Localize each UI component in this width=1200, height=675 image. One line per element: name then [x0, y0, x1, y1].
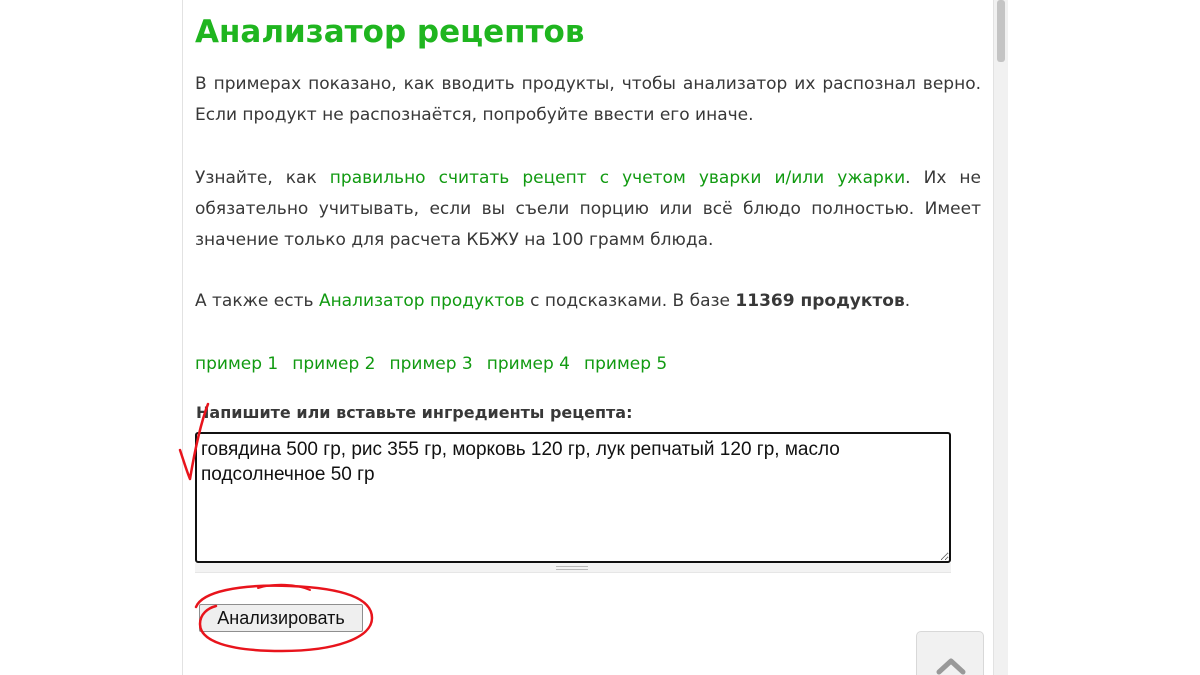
examples-list: пример 1 пример 2 пример 3 пример 4 пример 5: [195, 349, 681, 380]
ingredients-label: Напишите или вставьте ингредиенты рецепт…: [196, 403, 633, 422]
textarea-resize-bar[interactable]: [195, 563, 951, 573]
intro-text: с подсказками. В базе: [524, 291, 736, 311]
example-link-3[interactable]: пример 3: [390, 354, 473, 374]
scrollbar-thumb[interactable]: [997, 0, 1005, 62]
page-title: Анализатор рецептов: [195, 14, 585, 50]
intro-text: .: [904, 291, 911, 311]
intro-paragraph-examples: В примерах показано, как вводить продукт…: [195, 74, 981, 125]
scroll-to-top-button[interactable]: [916, 631, 984, 675]
intro-text: Узнайте, как: [195, 168, 330, 188]
intro-text: А также есть: [195, 291, 319, 311]
example-link-5[interactable]: пример 5: [584, 354, 667, 374]
chevron-up-icon: [936, 658, 966, 675]
example-link-4[interactable]: пример 4: [487, 354, 570, 374]
intro-paragraph-database: А также есть Анализатор продуктов с подс…: [195, 286, 981, 317]
scrollbar-track[interactable]: [994, 0, 1008, 675]
analyze-button[interactable]: Анализировать: [199, 604, 363, 632]
intro-paragraph-cooking: Узнайте, как правильно считать рецепт с …: [195, 163, 981, 256]
example-link-1[interactable]: пример 1: [195, 354, 278, 374]
product-count: 11369 продуктов: [735, 291, 905, 311]
example-link-2[interactable]: пример 2: [292, 354, 375, 374]
cooking-loss-link[interactable]: правильно считать рецепт с учетом уварки…: [330, 168, 905, 188]
product-analyzer-link[interactable]: Анализатор продуктов: [319, 291, 525, 311]
ingredients-textarea[interactable]: говядина 500 гр, рис 355 гр, морковь 120…: [195, 432, 951, 563]
